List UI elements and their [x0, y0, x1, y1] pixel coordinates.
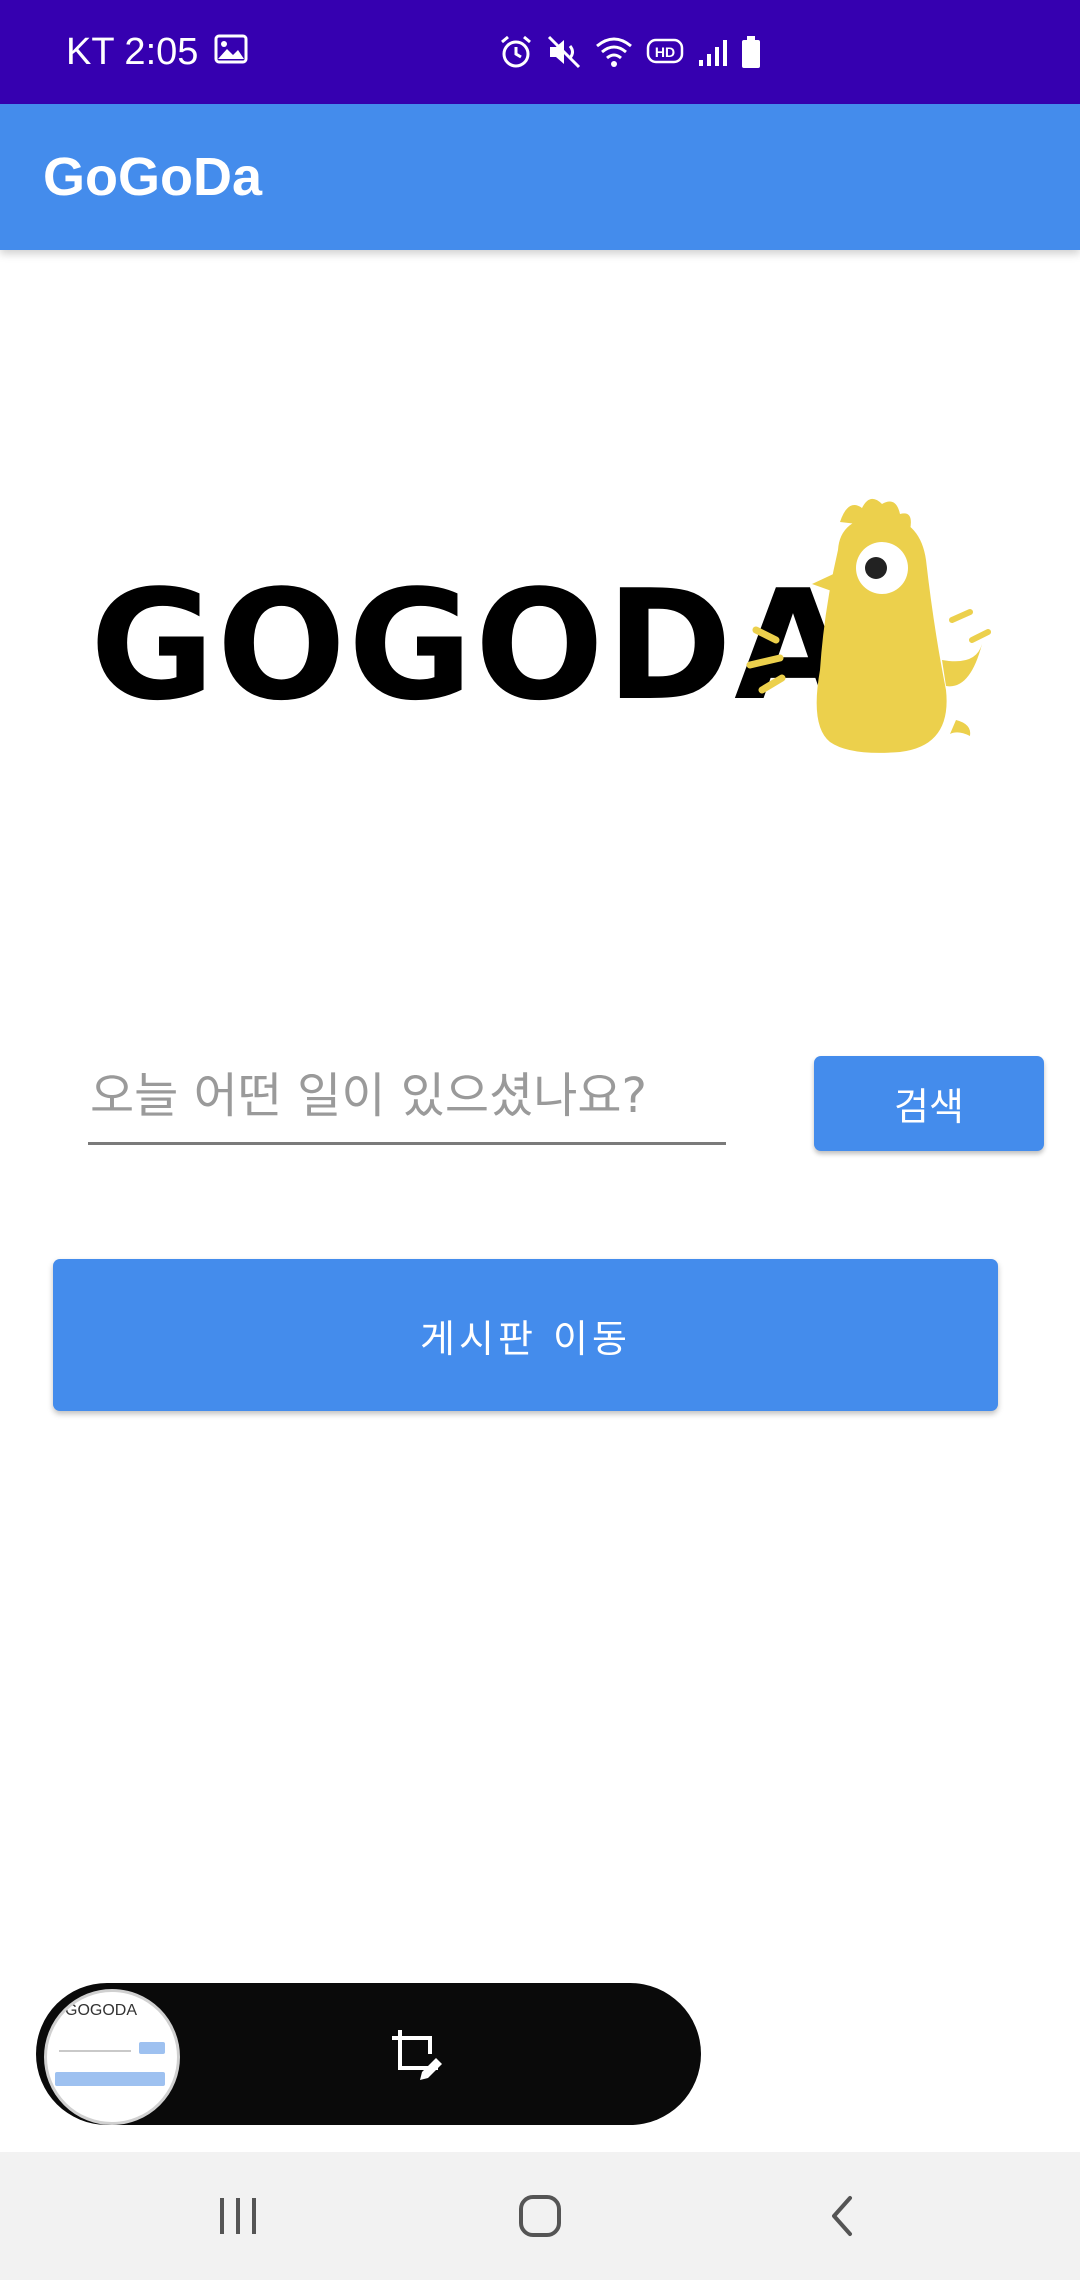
recent-apps-button[interactable] — [178, 2152, 298, 2280]
gogoda-logo: GOGODA — [90, 490, 1000, 770]
recent-apps-icon — [220, 2198, 256, 2234]
back-icon — [832, 2196, 852, 2236]
carrier-time: KT 2:05 — [66, 30, 199, 73]
board-navigate-button[interactable]: 게시판 이동 — [53, 1259, 998, 1411]
home-button[interactable] — [480, 2152, 600, 2280]
search-input[interactable] — [88, 1050, 726, 1145]
screenshot-toolbar: GOGODA — [36, 1983, 701, 2125]
app-bar: GoGoDa — [0, 104, 1080, 250]
wifi-icon — [594, 34, 634, 70]
signal-icon — [696, 36, 728, 68]
chick-mascot-icon — [746, 498, 991, 753]
status-left: KT 2:05 — [66, 0, 248, 104]
search-button[interactable]: 검색 — [814, 1056, 1044, 1151]
navigation-bar — [0, 2152, 1080, 2280]
alarm-icon — [498, 34, 534, 70]
thumbnail-input-line — [59, 2050, 131, 2052]
home-icon — [519, 2195, 561, 2237]
hd-label: HD — [655, 44, 675, 60]
status-icons: HD — [498, 0, 762, 104]
screenshot-thumbnail[interactable]: GOGODA — [44, 1989, 180, 2125]
image-icon — [214, 31, 248, 74]
battery-icon — [740, 35, 762, 69]
status-bar: KT 2:05 HD — [0, 0, 1080, 104]
thumbnail-button-small — [139, 2042, 165, 2054]
mute-icon — [546, 34, 582, 70]
app-title: GoGoDa — [43, 147, 263, 207]
thumbnail-button-big — [55, 2072, 165, 2086]
hd-icon: HD — [646, 37, 684, 67]
crop-edit-icon[interactable] — [386, 2024, 446, 2084]
thumbnail-text: GOGODA — [65, 2002, 138, 2019]
back-button[interactable] — [782, 2152, 902, 2280]
